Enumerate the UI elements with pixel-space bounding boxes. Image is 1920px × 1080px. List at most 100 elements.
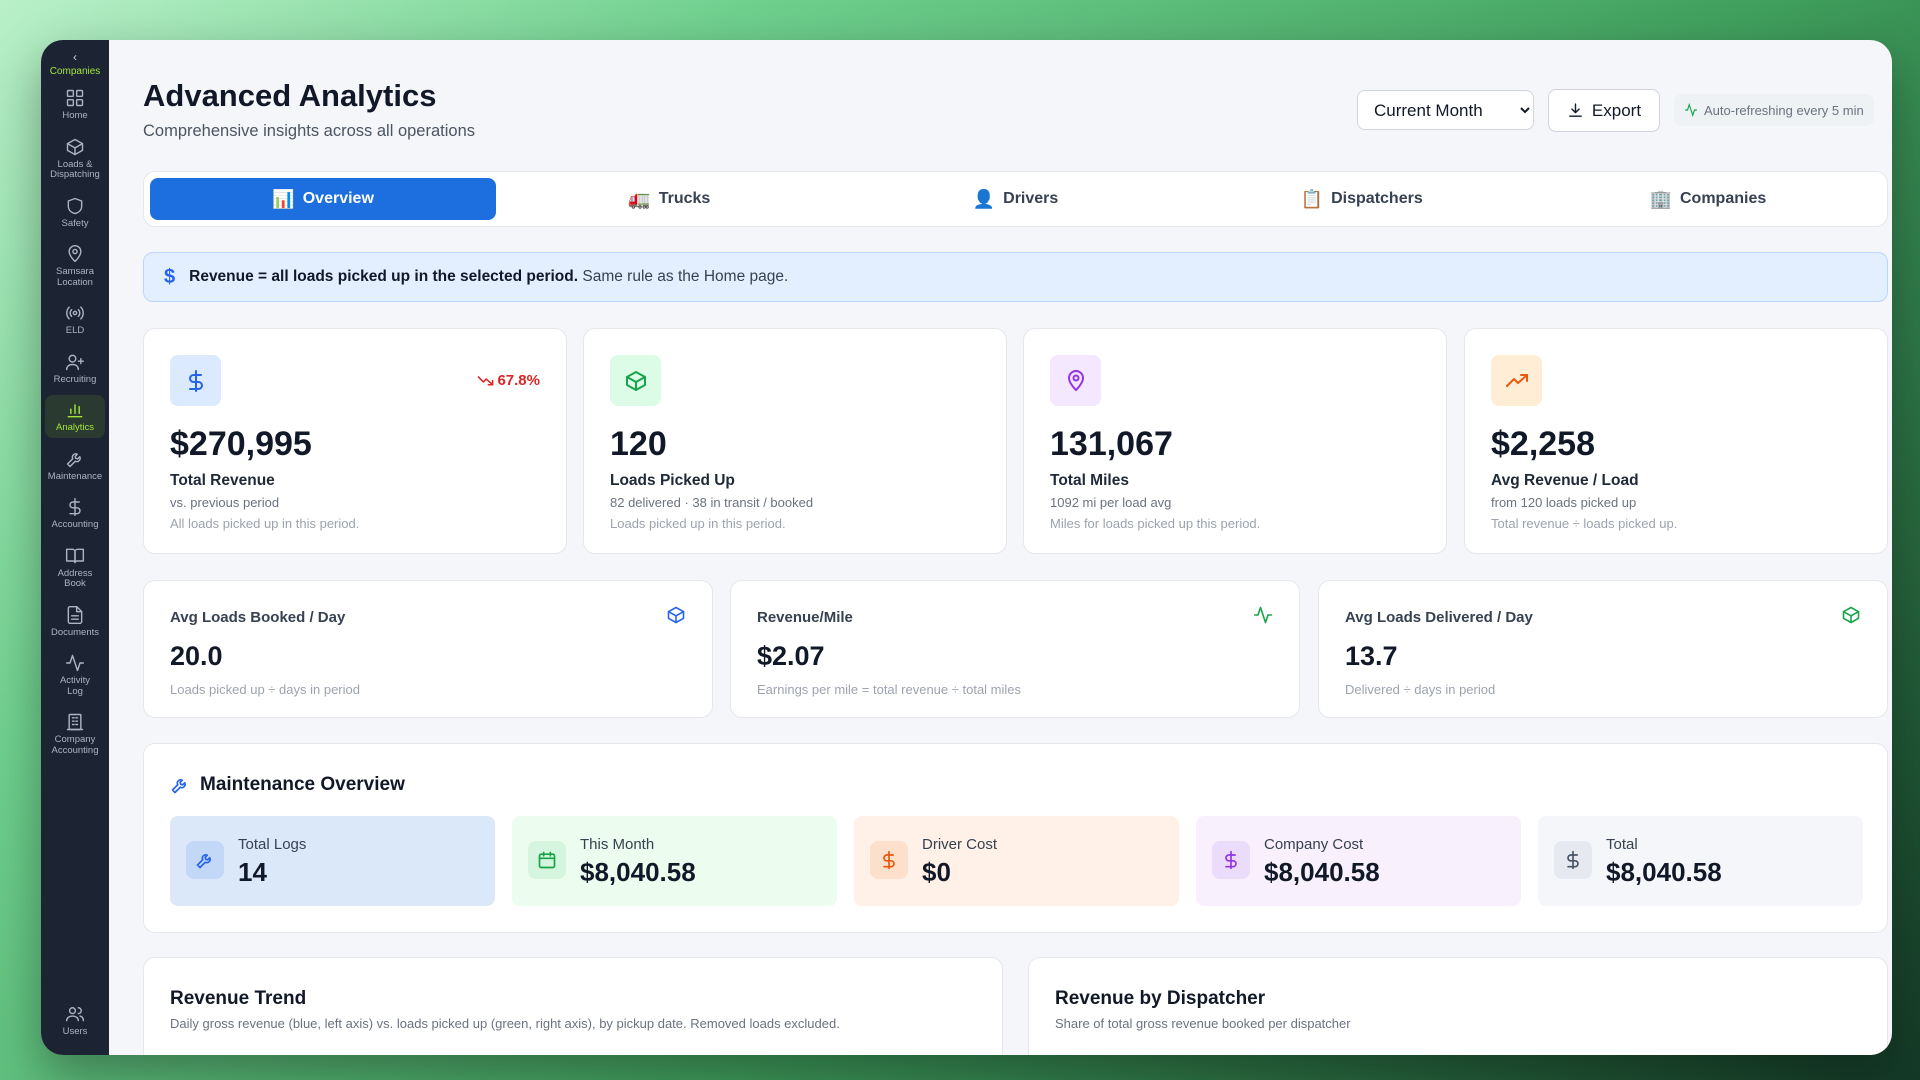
- sidebar-item-label: Users: [62, 1025, 88, 1037]
- metric-icon: [666, 605, 686, 630]
- sidebar-item-home[interactable]: Home: [45, 83, 105, 126]
- sidebar-item-activity-log[interactable]: Activity Log: [45, 648, 105, 701]
- sidebar-item-eld[interactable]: ELD: [45, 298, 105, 341]
- dollar-icon: [69, 497, 81, 517]
- clipboard-emoji-icon: 📋: [1300, 188, 1324, 209]
- kpi-total-miles: 131,067 Total Miles 1092 mi per load avg…: [1023, 328, 1447, 554]
- metric-icon: [1253, 605, 1273, 630]
- tile-value: $8,040.58: [1606, 857, 1722, 887]
- tile-icon-badge: [186, 841, 224, 879]
- box-icon: [1842, 606, 1860, 624]
- truck-emoji-icon: 🚛: [628, 188, 651, 209]
- sidebar-item-users[interactable]: Users: [45, 999, 105, 1042]
- maintenance-title: Maintenance Overview: [200, 774, 405, 795]
- metric-desc: Loads picked up ÷ days in period: [170, 682, 360, 697]
- maint-tile-total: Total $8,040.58: [1538, 816, 1863, 906]
- sidebar-item-accounting[interactable]: Accounting: [45, 492, 105, 535]
- metric-avg-loads-booked: Avg Loads Booked / Day 20.0 Loads picked…: [143, 580, 713, 718]
- tile-icon-badge: [528, 841, 566, 879]
- sidebar-item-label: Home: [62, 110, 88, 121]
- kpi-icon-badge: [1050, 355, 1101, 406]
- sidebar-item-documents[interactable]: Documents: [45, 600, 105, 643]
- sidebar-item-label: Safety: [61, 217, 89, 229]
- trend-badge: 67.8%: [477, 372, 540, 389]
- metric-value: 20.0: [170, 641, 223, 671]
- activity-icon: [1253, 606, 1273, 624]
- sidebar-item-samsara-location[interactable]: Samsara Location: [45, 239, 105, 292]
- sidebar-item-label: ELD: [65, 325, 85, 336]
- kpi-label: Total Revenue: [170, 472, 275, 489]
- calendar-icon: [538, 851, 556, 869]
- tab-label: Drivers: [1003, 190, 1059, 207]
- card-subtitle: Daily gross revenue (blue, left axis) vs…: [170, 1016, 840, 1031]
- maint-tile-this-month: This Month $8,040.58: [512, 816, 837, 906]
- sidebar-item-loads[interactable]: Loads & Dispatching: [45, 132, 105, 185]
- kpi-label: Loads Picked Up: [610, 472, 735, 489]
- kpi-note: Loads picked up in this period.: [610, 516, 786, 531]
- tab-companies[interactable]: 🏢 Companies: [1535, 178, 1881, 220]
- sidebar-item-label: Activity Log: [59, 675, 91, 697]
- app-window: ‹ Companies Home Loads & Dispatching Saf…: [41, 40, 1892, 1055]
- kpi-icon-badge: [610, 355, 661, 406]
- kpi-sub: 1092 mi per load avg: [1050, 495, 1172, 510]
- sidebar-item-maintenance[interactable]: Maintenance: [45, 444, 105, 487]
- metric-revenue-per-mile: Revenue/Mile $2.07 Earnings per mile = t…: [730, 580, 1300, 718]
- back-to-companies[interactable]: ‹ Companies: [50, 50, 101, 77]
- metric-desc: Earnings per mile = total revenue ÷ tota…: [757, 682, 1022, 697]
- maint-tile-total-logs: Total Logs 14: [170, 816, 495, 906]
- download-icon: [1569, 103, 1582, 117]
- tab-label: Overview: [302, 190, 374, 207]
- sidebar-item-label: Address Book: [57, 567, 93, 589]
- revenue-by-dispatcher-card: Revenue by Dispatcher Share of total gro…: [1028, 957, 1888, 1055]
- tab-trucks[interactable]: 🚛 Trucks: [496, 178, 842, 220]
- export-label: Export: [1591, 100, 1642, 120]
- page-subtitle: Comprehensive insights across all operat…: [143, 122, 475, 140]
- tab-overview[interactable]: 📊 Overview: [150, 178, 497, 220]
- metric-value: 13.7: [1345, 641, 1398, 671]
- sidebar-item-recruiting[interactable]: Recruiting: [45, 347, 105, 390]
- analytics-tabs: 📊 Overview 🚛 Trucks 👤 Drivers 📋 Dispatch…: [143, 171, 1888, 227]
- tab-label: Companies: [1680, 190, 1767, 207]
- card-subtitle: Share of total gross revenue booked per …: [1055, 1016, 1351, 1031]
- tab-label: Trucks: [658, 190, 711, 207]
- tab-dispatchers[interactable]: 📋 Dispatchers: [1189, 178, 1535, 220]
- sidebar-item-label: Accounting: [51, 519, 99, 530]
- dollar-icon: [1225, 850, 1237, 870]
- banner-bold: Revenue = all loads picked up in the sel…: [189, 268, 579, 285]
- revenue-trend-card: Revenue Trend Daily gross revenue (blue,…: [143, 957, 1003, 1055]
- tile-icon-badge: [1212, 841, 1250, 879]
- kpi-label: Avg Revenue / Load: [1491, 472, 1639, 489]
- tile-label: Total Logs: [238, 836, 307, 853]
- kpi-icon-badge: [1491, 355, 1542, 406]
- banner-text: Revenue = all loads picked up in the sel…: [189, 268, 788, 286]
- tile-label: Company Cost: [1264, 836, 1364, 853]
- tab-drivers[interactable]: 👤 Drivers: [842, 178, 1188, 220]
- kpi-note: Miles for loads picked up this period.: [1050, 516, 1261, 531]
- autorefresh-label: Auto-refreshing every 5 min: [1704, 102, 1864, 118]
- trend-value: 67.8%: [497, 372, 540, 389]
- box-icon: [667, 606, 685, 624]
- trending-up-icon: [1505, 373, 1528, 387]
- sidebar-item-address-book[interactable]: Address Book: [45, 541, 105, 594]
- dollar-icon: $: [164, 265, 176, 288]
- sidebar-item-safety[interactable]: Safety: [45, 191, 105, 234]
- sidebar-item-company-accounting[interactable]: Company Accounting: [45, 707, 105, 760]
- kpi-value: $2,258: [1491, 425, 1595, 463]
- kpi-note: All loads picked up in this period.: [170, 516, 360, 531]
- autorefresh-status: Auto-refreshing every 5 min: [1674, 94, 1874, 126]
- tile-label: This Month: [580, 836, 655, 853]
- banner-rest: Same rule as the Home page.: [582, 268, 789, 285]
- wrench-icon: [66, 452, 81, 467]
- period-select[interactable]: Current Month: [1357, 90, 1534, 130]
- export-button[interactable]: Export: [1548, 89, 1660, 132]
- metric-title: Avg Loads Delivered / Day: [1345, 609, 1533, 626]
- wrench-icon: [196, 854, 211, 869]
- kpi-avg-revenue-load: $2,258 Avg Revenue / Load from 120 loads…: [1464, 328, 1888, 554]
- grid-icon: [66, 89, 84, 107]
- kpi-value: 131,067: [1050, 425, 1173, 463]
- page-title: Advanced Analytics: [143, 78, 437, 113]
- maint-tile-driver-cost: Driver Cost $0: [854, 816, 1179, 906]
- sidebar-item-analytics[interactable]: Analytics: [45, 395, 105, 438]
- kpi-sub: 82 delivered · 38 in transit / booked: [610, 495, 814, 510]
- tile-value: $8,040.58: [580, 857, 696, 887]
